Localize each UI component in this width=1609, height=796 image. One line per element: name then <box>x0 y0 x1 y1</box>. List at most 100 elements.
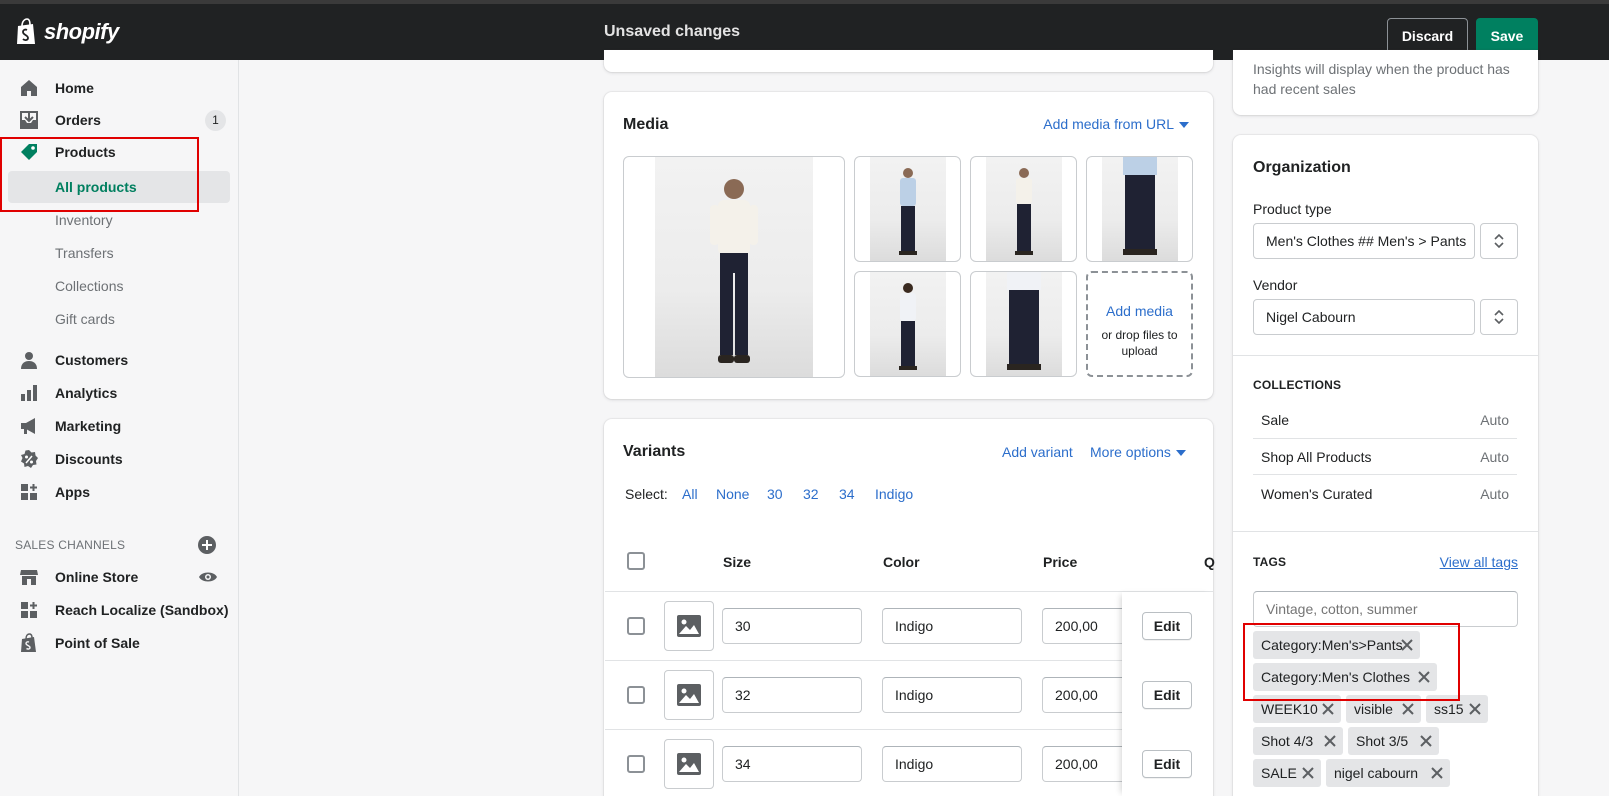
add-variant-link[interactable]: Add variant <box>1002 444 1073 460</box>
column-color: Color <box>883 554 920 570</box>
remove-tag-icon[interactable] <box>1430 766 1444 780</box>
sidebar-item-analytics[interactable]: Analytics <box>0 377 230 409</box>
size-input[interactable]: 34 <box>722 746 862 782</box>
row-checkbox[interactable] <box>627 617 645 635</box>
sidebar-item-online-store[interactable]: Online Store <box>0 561 230 593</box>
sidebar-item-apps[interactable]: Apps <box>0 476 230 508</box>
product-type-stepper[interactable] <box>1480 223 1518 259</box>
variants-title: Variants <box>623 443 686 460</box>
sidebar-item-reach-localize[interactable]: Reach Localize (Sandbox) <box>0 594 230 626</box>
color-input[interactable]: Indigo <box>882 746 1022 782</box>
remove-tag-icon[interactable] <box>1301 766 1315 780</box>
view-all-tags-link[interactable]: View all tags <box>1440 554 1518 570</box>
row-checkbox[interactable] <box>627 686 645 704</box>
tag-chip: nigel cabourn <box>1326 759 1450 787</box>
select-all-link[interactable]: All <box>682 486 698 502</box>
product-photo <box>986 157 1062 261</box>
sidebar-subitem-gift-cards[interactable]: Gift cards <box>0 303 230 335</box>
media-tile[interactable] <box>970 156 1077 262</box>
sidebar-item-customers[interactable]: Customers <box>0 344 230 376</box>
sidebar-item-products[interactable]: Products <box>0 136 230 168</box>
remove-tag-icon[interactable] <box>1401 702 1415 716</box>
select-indigo-link[interactable]: Indigo <box>875 486 913 502</box>
more-options-link[interactable]: More options <box>1090 444 1186 460</box>
tag-label: nigel cabourn <box>1334 765 1419 781</box>
remove-tag-icon[interactable] <box>1400 638 1414 652</box>
sidebar-item-home[interactable]: Home <box>0 72 230 104</box>
shopify-logo[interactable]: shopify <box>14 18 119 46</box>
select-none-link[interactable]: None <box>716 486 749 502</box>
section-divider <box>1233 355 1538 356</box>
edit-variant-button[interactable]: Edit <box>1142 750 1192 778</box>
model-figure-icon <box>899 283 917 370</box>
sales-channels-heading: SALES CHANNELS <box>15 538 126 552</box>
size-input[interactable]: 30 <box>722 608 862 644</box>
sidebar-item-discounts[interactable]: Discounts <box>0 443 230 475</box>
sidebar-item-label: Online Store <box>55 569 139 585</box>
image-icon <box>677 615 701 637</box>
variant-image-placeholder[interactable] <box>664 601 714 651</box>
orders-icon <box>20 111 38 129</box>
sidebar-item-point-of-sale[interactable]: Point of Sale <box>0 627 230 659</box>
shopify-bag-icon <box>21 633 36 652</box>
collection-row-womens-curated[interactable]: Women's Curated Auto <box>1253 476 1517 512</box>
sidebar-item-label: Orders <box>55 112 101 128</box>
edit-variant-button[interactable]: Edit <box>1142 681 1192 709</box>
collection-row-shop-all[interactable]: Shop All Products Auto <box>1253 439 1517 475</box>
select-30-link[interactable]: 30 <box>767 486 783 502</box>
vendor-stepper[interactable] <box>1480 299 1518 335</box>
collection-name: Women's Curated <box>1261 486 1373 502</box>
sidebar-subitem-transfers[interactable]: Transfers <box>0 237 230 269</box>
sidebar-subitem-all-products[interactable]: All products <box>8 171 230 203</box>
sidebar-item-orders[interactable]: Orders 1 <box>0 104 230 136</box>
column-size: Size <box>723 554 752 570</box>
discard-button[interactable]: Discard <box>1387 18 1468 54</box>
save-button[interactable]: Save <box>1476 18 1538 54</box>
media-tile[interactable] <box>1086 156 1193 262</box>
media-tile[interactable] <box>970 271 1077 377</box>
remove-tag-icon[interactable] <box>1323 734 1337 748</box>
collection-row-sale[interactable]: Sale Auto <box>1253 402 1517 438</box>
variant-image-placeholder[interactable] <box>664 670 714 720</box>
sidebar-subitem-collections[interactable]: Collections <box>0 270 230 302</box>
product-photo <box>655 157 813 377</box>
product-type-label: Product type <box>1253 201 1332 217</box>
view-store-eye-icon[interactable] <box>198 569 218 585</box>
vendor-select[interactable]: Nigel Cabourn <box>1253 299 1475 335</box>
remove-tag-icon[interactable] <box>1321 702 1335 716</box>
sidebar-item-label: Inventory <box>55 212 113 228</box>
select-all-checkbox[interactable] <box>627 552 645 570</box>
sidebar-item-label: Collections <box>55 278 124 294</box>
color-input[interactable]: Indigo <box>882 608 1022 644</box>
media-tile[interactable] <box>854 156 961 262</box>
apps-icon <box>21 484 37 500</box>
sidebar-item-label: Marketing <box>55 418 122 434</box>
shopify-bag-icon <box>17 18 35 44</box>
size-input[interactable]: 32 <box>722 677 862 713</box>
row-checkbox[interactable] <box>627 755 645 773</box>
vendor-label: Vendor <box>1253 277 1298 293</box>
sidebar-item-label: Discounts <box>55 451 123 467</box>
media-tile[interactable] <box>854 271 961 377</box>
select-34-link[interactable]: 34 <box>839 486 855 502</box>
tags-input[interactable] <box>1253 591 1518 627</box>
sidebar-item-label: Gift cards <box>55 311 115 327</box>
product-photo <box>870 157 946 261</box>
person-icon <box>21 352 37 369</box>
sidebar-item-marketing[interactable]: Marketing <box>0 410 230 442</box>
color-input[interactable]: Indigo <box>882 677 1022 713</box>
remove-tag-icon[interactable] <box>1417 670 1431 684</box>
add-media-from-url-link[interactable]: Add media from URL <box>1043 116 1189 132</box>
product-type-select[interactable]: Men's Clothes ## Men's > Pants <box>1253 223 1475 259</box>
add-media-dropzone[interactable]: Add media or drop files to upload <box>1086 271 1193 377</box>
edit-variant-button[interactable]: Edit <box>1142 612 1192 640</box>
add-media-link[interactable]: Add media <box>1088 303 1191 319</box>
sidebar-subitem-inventory[interactable]: Inventory <box>0 204 230 236</box>
media-tile-main[interactable] <box>623 156 845 378</box>
variant-image-placeholder[interactable] <box>664 739 714 789</box>
tag-label: visible <box>1354 701 1393 717</box>
add-channel-icon[interactable] <box>198 536 216 554</box>
select-32-link[interactable]: 32 <box>803 486 819 502</box>
remove-tag-icon[interactable] <box>1419 734 1433 748</box>
remove-tag-icon[interactable] <box>1468 702 1482 716</box>
